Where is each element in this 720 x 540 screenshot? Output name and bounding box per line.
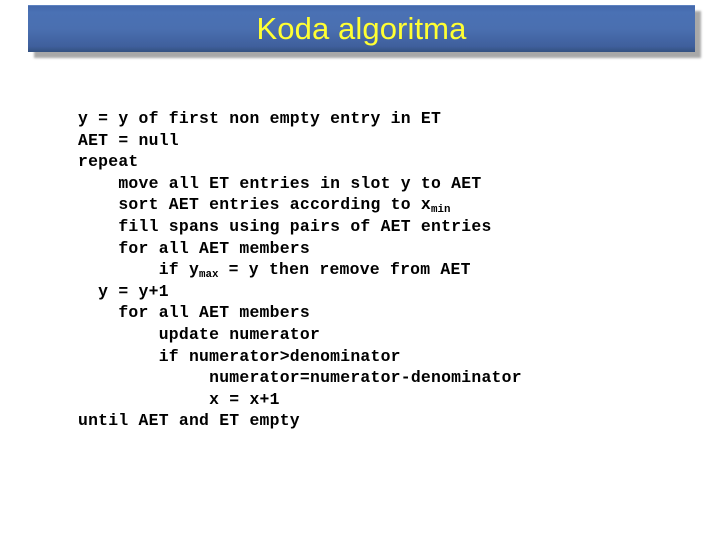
code-subscript: max: [199, 268, 219, 281]
page-title: Koda algoritma: [256, 10, 467, 46]
algorithm-code-block: y = y of first non empty entry in ET AET …: [78, 108, 522, 432]
code-line: fill spans using pairs of AET entries: [78, 216, 492, 236]
code-line: sort AET entries according to xmin: [78, 195, 451, 217]
code-line: if numerator>denominator: [78, 346, 401, 366]
code-line: until AET and ET empty: [78, 411, 300, 431]
code-line: for all AET members: [78, 303, 310, 323]
code-line: move all ET entries in slot y to AET: [78, 173, 482, 193]
code-line: x = x+1: [78, 389, 280, 409]
code-line: AET = null: [78, 130, 179, 150]
code-line: y = y of first non empty entry in ET: [78, 109, 442, 128]
code-line: numerator=numerator-denominator: [78, 368, 522, 388]
code-subscript: min: [431, 204, 451, 217]
code-line: repeat: [78, 152, 139, 172]
code-line: for all AET members: [78, 238, 310, 258]
code-line: if ymax = y then remove from AET: [78, 260, 471, 281]
slide-title-banner: Koda algoritma: [28, 5, 701, 58]
code-line: update numerator: [78, 324, 321, 344]
title-banner-body: Koda algoritma: [28, 5, 695, 52]
code-line: y = y+1: [78, 281, 169, 301]
